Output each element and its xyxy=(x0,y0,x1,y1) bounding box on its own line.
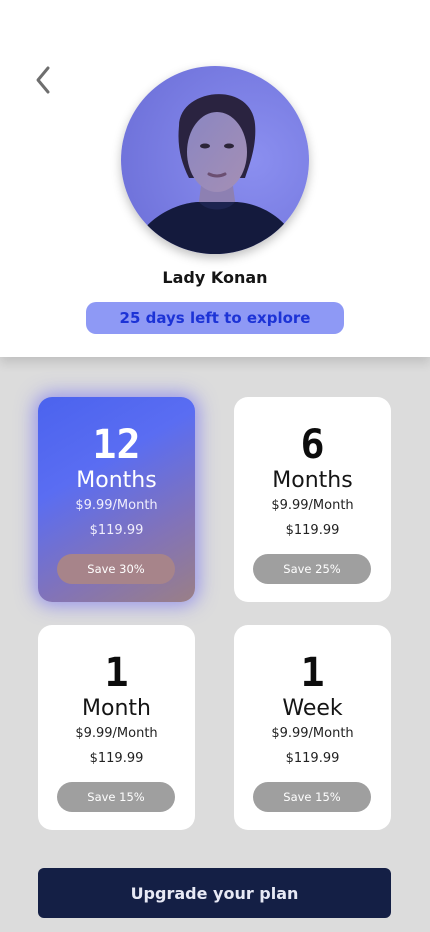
plan-total-price: $119.99 xyxy=(89,751,144,766)
days-left-badge: 25 days left to explore xyxy=(86,302,344,334)
profile-header: Lady Konan 25 days left to explore xyxy=(0,0,430,357)
plan-number: 1 xyxy=(104,650,129,696)
upgrade-plan-button[interactable]: Upgrade your plan xyxy=(38,868,391,918)
plan-monthly-price: $9.99/Month xyxy=(75,498,158,513)
plan-unit: Months xyxy=(76,468,157,493)
plan-savings-badge: Save 15% xyxy=(253,782,371,812)
plan-total-price: $119.99 xyxy=(285,751,340,766)
plan-unit: Months xyxy=(272,468,353,493)
plan-card-12-months[interactable]: 12 Months $9.99/Month $119.99 Save 30% xyxy=(38,397,195,602)
plan-number: 1 xyxy=(300,650,325,696)
plan-total-price: $119.99 xyxy=(89,523,144,538)
plan-unit: Month xyxy=(82,696,151,721)
avatar xyxy=(121,66,309,254)
chevron-left-icon xyxy=(36,66,50,94)
user-name: Lady Konan xyxy=(162,268,268,287)
plan-monthly-price: $9.99/Month xyxy=(271,498,354,513)
plan-savings-badge: Save 15% xyxy=(57,782,175,812)
plan-unit: Week xyxy=(282,696,343,721)
plan-number: 6 xyxy=(300,422,325,468)
plan-monthly-price: $9.99/Month xyxy=(271,726,354,741)
plan-savings-badge: Save 25% xyxy=(253,554,371,584)
plan-monthly-price: $9.99/Month xyxy=(75,726,158,741)
plan-card-1-month[interactable]: 1 Month $9.99/Month $119.99 Save 15% xyxy=(38,625,195,830)
back-button[interactable] xyxy=(28,62,58,98)
plan-card-1-week[interactable]: 1 Week $9.99/Month $119.99 Save 15% xyxy=(234,625,391,830)
plan-total-price: $119.99 xyxy=(285,523,340,538)
plan-number: 12 xyxy=(92,422,141,468)
plan-savings-badge: Save 30% xyxy=(57,554,175,584)
plan-card-6-months[interactable]: 6 Months $9.99/Month $119.99 Save 25% xyxy=(234,397,391,602)
